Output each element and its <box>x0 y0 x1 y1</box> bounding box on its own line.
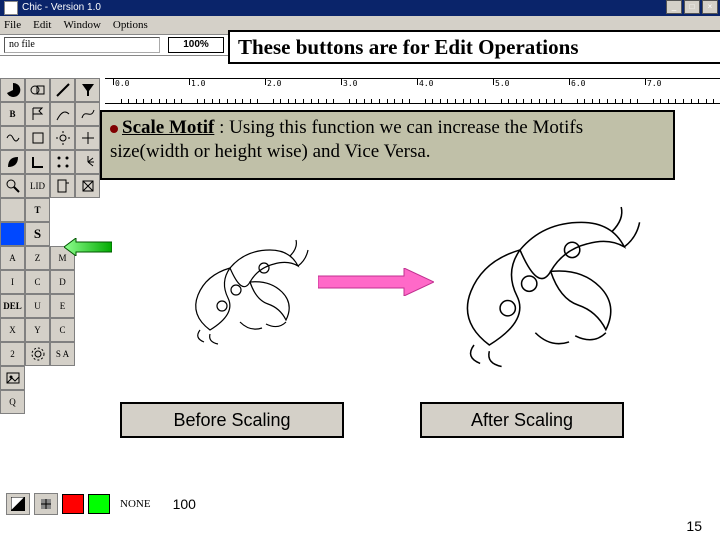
tool-sweep[interactable] <box>50 102 75 126</box>
motif-before <box>170 220 320 350</box>
status-value: 100 <box>173 496 196 512</box>
ruler-label: 5.0 <box>495 79 509 88</box>
tool-D[interactable]: D <box>50 270 75 294</box>
tool-line[interactable] <box>50 78 75 102</box>
tool-u1[interactable] <box>25 126 50 150</box>
menu-window[interactable]: Window <box>63 19 100 31</box>
tool-2[interactable]: 2 <box>0 342 25 366</box>
tool-X[interactable]: X <box>0 318 25 342</box>
ruler-label: 0.0 <box>115 79 129 88</box>
ruler-label: 6.0 <box>571 79 585 88</box>
tool-T[interactable]: T <box>25 198 50 222</box>
ruler-label: 3.0 <box>343 79 357 88</box>
status-icon-1[interactable] <box>6 493 30 515</box>
color-swatch-red[interactable] <box>62 494 84 514</box>
tool-Y[interactable]: Y <box>25 318 50 342</box>
banner-callout: These buttons are for Edit Operations <box>228 30 720 64</box>
close-button[interactable]: × <box>702 0 718 14</box>
tool-leaf[interactable] <box>0 150 25 174</box>
tool-glass[interactable] <box>0 174 25 198</box>
tool-Q[interactable]: Q <box>0 390 25 414</box>
caption-before: Before Scaling <box>120 402 344 438</box>
tool-C[interactable]: C <box>25 270 50 294</box>
status-bar: NONE 100 <box>0 492 720 516</box>
ruler: 0.01.02.03.04.05.06.07.08.0 <box>105 78 720 104</box>
tool-sun[interactable] <box>50 126 75 150</box>
zoom-field[interactable]: 100% <box>168 37 224 53</box>
explanation-box: Scale Motif : Using this function we can… <box>100 110 675 180</box>
motif-after <box>428 176 658 376</box>
menu-edit[interactable]: Edit <box>33 19 51 31</box>
tool-u3[interactable] <box>75 174 100 198</box>
maximize-button[interactable]: □ <box>684 0 700 14</box>
tool-LID[interactable]: LID <box>25 174 50 198</box>
color-swatch-green[interactable] <box>88 494 110 514</box>
tool-C2[interactable]: C <box>50 318 75 342</box>
window-title: Chic - Version 1.0 <box>22 0 101 16</box>
tool-funnel[interactable] <box>75 78 100 102</box>
tool-S[interactable]: S <box>25 222 50 246</box>
minimize-button[interactable]: _ <box>666 0 682 14</box>
tool-U[interactable]: U <box>25 294 50 318</box>
tool-shape[interactable] <box>25 78 50 102</box>
status-mode: NONE <box>120 498 151 510</box>
tool-u2[interactable] <box>75 126 100 150</box>
tool-Z[interactable]: Z <box>25 246 50 270</box>
menu-options[interactable]: Options <box>113 19 148 31</box>
ruler-label: 4.0 <box>419 79 433 88</box>
tool-SA[interactable]: S A <box>50 342 75 366</box>
para-title: Scale Motif <box>122 117 214 138</box>
ruler-label: 2.0 <box>267 79 281 88</box>
tool-flag[interactable] <box>25 102 50 126</box>
tool-blue[interactable] <box>0 222 25 246</box>
ruler-label: 1.0 <box>191 79 205 88</box>
pink-arrow-icon <box>318 268 434 296</box>
tool-path[interactable] <box>75 102 100 126</box>
status-icon-2[interactable] <box>34 493 58 515</box>
caption-after-text: After Scaling <box>471 410 573 431</box>
filename-field[interactable]: no file <box>4 37 160 53</box>
bullet-icon <box>110 125 118 133</box>
tool-burst[interactable] <box>75 150 100 174</box>
tool-angle[interactable] <box>25 150 50 174</box>
ruler-label: 7.0 <box>647 79 661 88</box>
tool-E[interactable]: E <box>50 294 75 318</box>
caption-before-text: Before Scaling <box>173 410 290 431</box>
tool-I[interactable]: I <box>0 270 25 294</box>
green-arrow-icon <box>64 238 112 256</box>
page-number: 15 <box>686 518 702 534</box>
caption-after: After Scaling <box>420 402 624 438</box>
tool-doc[interactable] <box>50 174 75 198</box>
app-icon <box>4 1 18 15</box>
tool-B[interactable]: B <box>0 102 25 126</box>
window-titlebar: Chic - Version 1.0 _ □ × <box>0 0 720 16</box>
tool-A[interactable]: A <box>0 246 25 270</box>
tool-wave[interactable] <box>0 126 25 150</box>
tool-img[interactable] <box>0 366 25 390</box>
tool-pie[interactable] <box>0 78 25 102</box>
tool-gear[interactable] <box>25 342 50 366</box>
tool-DEL[interactable]: DEL <box>0 294 25 318</box>
tool-blank[interactable] <box>0 198 25 222</box>
tool-dots[interactable] <box>50 150 75 174</box>
menu-file[interactable]: File <box>4 19 21 31</box>
banner-text: These buttons are for Edit Operations <box>238 35 579 60</box>
